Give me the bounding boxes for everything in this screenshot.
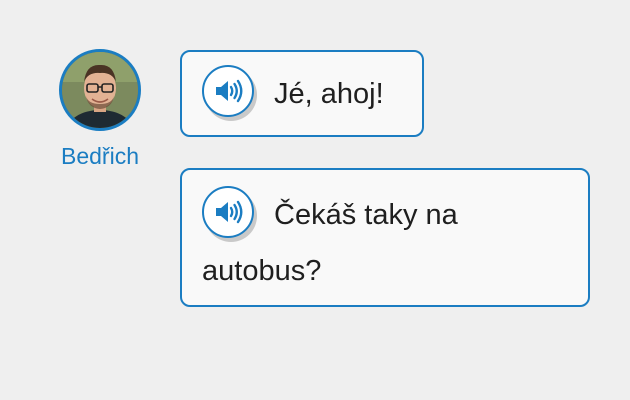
- play-audio-button-1[interactable]: [202, 65, 254, 118]
- speaker-icon: [216, 201, 243, 224]
- speaker-avatar: [59, 49, 141, 131]
- message-bubble-2: Čekáš taky na autobus?: [180, 168, 590, 307]
- message-text-1: Jé, ahoj!: [274, 77, 384, 110]
- speaker-name: Bedřich: [61, 143, 139, 169]
- message-bubble-1: Jé, ahoj!: [180, 50, 424, 137]
- play-audio-button-2[interactable]: [202, 186, 254, 239]
- avatar-photo-icon: [62, 52, 138, 128]
- speaker: Bedřich: [52, 49, 148, 168]
- speaker-icon: [216, 80, 243, 103]
